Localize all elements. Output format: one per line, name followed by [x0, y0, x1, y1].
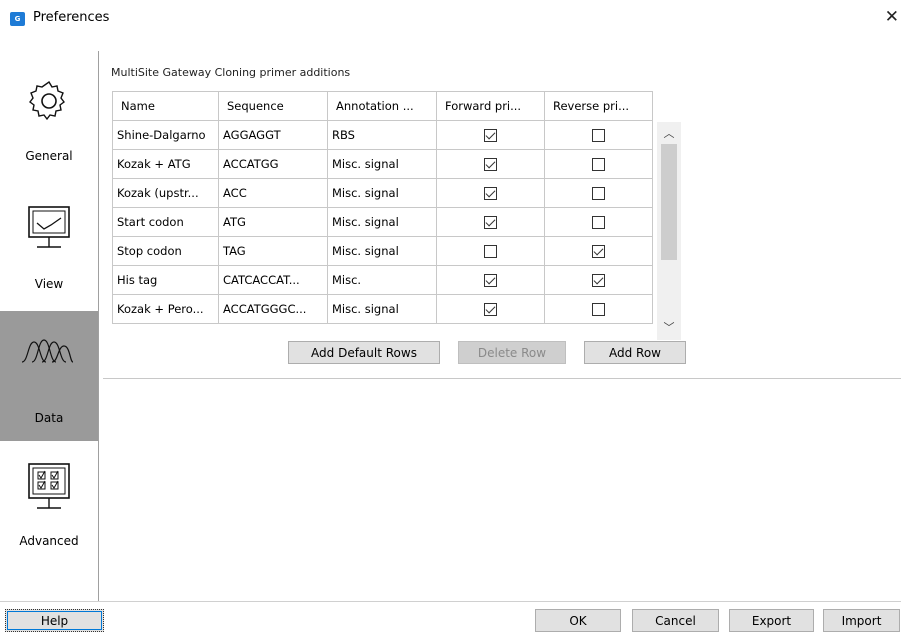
column-header-annotation[interactable]: Annotation ...	[327, 91, 437, 121]
cell-sequence[interactable]: TAG	[218, 236, 328, 266]
cell-forward	[436, 236, 545, 266]
help-button[interactable]: Help	[5, 609, 104, 632]
cell-sequence[interactable]: CATCACCAT...	[218, 265, 328, 295]
sidebar: General View Data Advanced	[0, 51, 98, 601]
cancel-button[interactable]: Cancel	[632, 609, 719, 632]
forward-primer-checkbox[interactable]	[484, 216, 497, 229]
reverse-primer-checkbox[interactable]	[592, 274, 605, 287]
footer-divider	[0, 601, 901, 602]
cell-name[interactable]: Kozak + Pero...	[112, 294, 219, 324]
chevron-down-icon[interactable]: ﹀	[657, 318, 681, 338]
cell-reverse	[544, 294, 653, 324]
main-panel: MultiSite Gateway Cloning primer additio…	[99, 51, 901, 601]
cell-reverse	[544, 178, 653, 208]
chevron-up-icon[interactable]: ︿	[657, 124, 681, 144]
table-row[interactable]: Kozak (upstr... ACC Misc. signal	[112, 178, 653, 208]
cell-name[interactable]: Start codon	[112, 207, 219, 237]
window-title: Preferences	[33, 10, 110, 25]
cell-annotation[interactable]: Misc. signal	[327, 294, 437, 324]
cell-name[interactable]: Kozak + ATG	[112, 149, 219, 179]
sidebar-item-view[interactable]: View	[0, 179, 98, 311]
cell-sequence[interactable]: ACCATGGGC...	[218, 294, 328, 324]
table-scrollbar[interactable]: ︿ ﹀	[657, 122, 681, 340]
forward-primer-checkbox[interactable]	[484, 158, 497, 171]
forward-primer-checkbox[interactable]	[484, 274, 497, 287]
column-header-forward[interactable]: Forward pri...	[436, 91, 545, 121]
cell-annotation[interactable]: Misc. signal	[327, 178, 437, 208]
cell-forward	[436, 120, 545, 150]
sidebar-item-advanced[interactable]: Advanced	[0, 441, 98, 601]
monitor-chart-icon	[28, 206, 70, 248]
checklist-monitor-icon	[28, 463, 70, 509]
add-default-rows-button[interactable]: Add Default Rows	[288, 341, 440, 364]
cell-name[interactable]: Kozak (upstr...	[112, 178, 219, 208]
export-button[interactable]: Export	[729, 609, 814, 632]
cell-reverse	[544, 207, 653, 237]
gear-icon	[29, 80, 65, 121]
table-row[interactable]: Kozak + Pero... ACCATGGGC... Misc. signal	[112, 294, 653, 324]
cell-forward	[436, 294, 545, 324]
add-row-button[interactable]: Add Row	[584, 341, 686, 364]
table-row[interactable]: Shine-Dalgarno AGGAGGT RBS	[112, 120, 653, 150]
sidebar-item-label: Advanced	[19, 534, 79, 548]
table-row[interactable]: Start codon ATG Misc. signal	[112, 207, 653, 237]
cell-sequence[interactable]: ATG	[218, 207, 328, 237]
primer-table: Name Sequence Annotation ... Forward pri…	[112, 91, 653, 324]
ok-button[interactable]: OK	[535, 609, 621, 632]
cell-forward	[436, 265, 545, 295]
cell-reverse	[544, 265, 653, 295]
forward-primer-checkbox[interactable]	[484, 187, 497, 200]
reverse-primer-checkbox[interactable]	[592, 187, 605, 200]
sidebar-item-label: View	[34, 277, 64, 291]
waves-icon	[21, 339, 74, 363]
sidebar-item-label: Data	[34, 411, 64, 425]
cell-forward	[436, 178, 545, 208]
cell-reverse	[544, 149, 653, 179]
column-header-sequence[interactable]: Sequence	[218, 91, 328, 121]
cell-annotation[interactable]: Misc. signal	[327, 149, 437, 179]
cell-sequence[interactable]: ACC	[218, 178, 328, 208]
forward-primer-checkbox[interactable]	[484, 303, 497, 316]
cell-forward	[436, 207, 545, 237]
delete-row-button[interactable]: Delete Row	[458, 341, 566, 364]
reverse-primer-checkbox[interactable]	[592, 158, 605, 171]
reverse-primer-checkbox[interactable]	[592, 129, 605, 142]
column-header-name[interactable]: Name	[112, 91, 219, 121]
cell-name[interactable]: Stop codon	[112, 236, 219, 266]
sidebar-item-label: General	[25, 149, 73, 163]
cell-reverse	[544, 120, 653, 150]
table-row[interactable]: Kozak + ATG ACCATGG Misc. signal	[112, 149, 653, 179]
forward-primer-checkbox[interactable]	[484, 129, 497, 142]
cell-name[interactable]: Shine-Dalgarno	[112, 120, 219, 150]
forward-primer-checkbox[interactable]	[484, 245, 497, 258]
import-button[interactable]: Import	[823, 609, 900, 632]
app-icon: G	[10, 12, 25, 26]
cell-annotation[interactable]: Misc. signal	[327, 236, 437, 266]
cell-annotation[interactable]: Misc.	[327, 265, 437, 295]
column-header-reverse[interactable]: Reverse pri...	[544, 91, 653, 121]
cell-sequence[interactable]: AGGAGGT	[218, 120, 328, 150]
reverse-primer-checkbox[interactable]	[592, 303, 605, 316]
cell-name[interactable]: His tag	[112, 265, 219, 295]
cell-reverse	[544, 236, 653, 266]
reverse-primer-checkbox[interactable]	[592, 216, 605, 229]
close-icon[interactable]: ✕	[885, 7, 899, 27]
scroll-thumb[interactable]	[661, 144, 677, 260]
cell-annotation[interactable]: Misc. signal	[327, 207, 437, 237]
cell-annotation[interactable]: RBS	[327, 120, 437, 150]
cell-forward	[436, 149, 545, 179]
table-row[interactable]: Stop codon TAG Misc. signal	[112, 236, 653, 266]
section-title: MultiSite Gateway Cloning primer additio…	[111, 66, 351, 79]
cell-sequence[interactable]: ACCATGG	[218, 149, 328, 179]
title-bar: G Preferences ✕	[0, 0, 901, 36]
sidebar-item-data[interactable]: Data	[0, 311, 98, 441]
section-divider	[103, 378, 901, 379]
table-row[interactable]: His tag CATCACCAT... Misc.	[112, 265, 653, 295]
reverse-primer-checkbox[interactable]	[592, 245, 605, 258]
sidebar-item-general[interactable]: General	[0, 51, 98, 179]
